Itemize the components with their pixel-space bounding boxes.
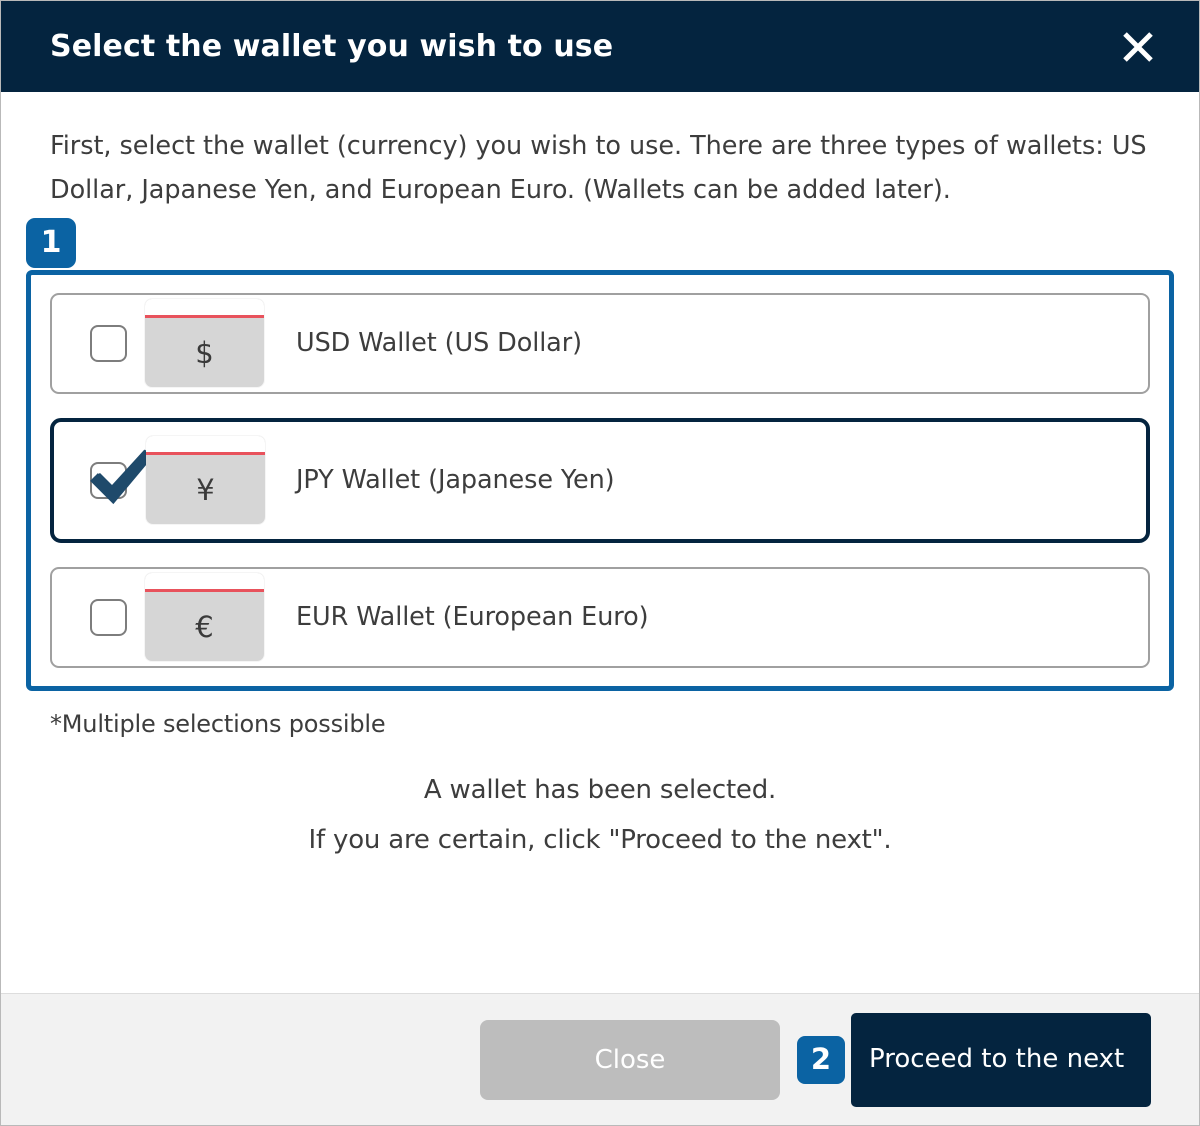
confirmation-line-1: A wallet has been selected. (423, 774, 777, 805)
step-1-badge: 1 (26, 217, 76, 268)
wallet-card-stripe (146, 436, 265, 456)
proceed-button[interactable]: Proceed to the next (851, 1012, 1151, 1107)
currency-symbol-usd: $ (195, 335, 214, 370)
wallet-selection-dialog: Select the wallet you wish to use First,… (0, 0, 1200, 1126)
wallet-checkbox-usd[interactable] (90, 324, 127, 362)
wallet-card-icon-eur: € (145, 573, 264, 662)
dialog-footer: Close 2 Proceed to the next (1, 993, 1199, 1125)
close-icon (1121, 30, 1155, 64)
intro-text: First, select the wallet (currency) you … (50, 131, 1147, 205)
step-2-badge: 2 (797, 1035, 845, 1084)
wallet-checkbox-eur[interactable] (90, 598, 127, 636)
confirmation-message: A wallet has been selected. If you are c… (26, 766, 1174, 866)
page-title: Select the wallet you wish to use (50, 29, 614, 64)
wallet-option-usd[interactable]: $ USD Wallet (US Dollar) (50, 292, 1150, 394)
dialog-body: First, select the wallet (currency) you … (1, 92, 1199, 993)
step-1-marker: 1 (26, 217, 1174, 268)
wallet-option-eur[interactable]: € EUR Wallet (European Euro) (50, 566, 1150, 668)
wallet-checkbox-jpy[interactable] (90, 449, 154, 504)
wallet-option-jpy[interactable]: ¥ JPY Wallet (Japanese Yen) (50, 417, 1150, 543)
multiple-selection-note: *Multiple selections possible (50, 709, 386, 738)
close-dialog-button[interactable]: Close (480, 1019, 780, 1100)
wallet-label-eur: EUR Wallet (European Euro) (296, 602, 649, 633)
close-button[interactable] (1111, 20, 1165, 74)
confirmation-line-2: If you are certain, click "Proceed to th… (308, 824, 892, 855)
wallet-options-group: $ USD Wallet (US Dollar) ¥ JPY Wallet (J… (26, 269, 1174, 691)
currency-symbol-jpy: ¥ (196, 472, 215, 507)
wallet-card-stripe (145, 299, 264, 319)
wallet-card-stripe (145, 573, 264, 593)
wallet-card-icon-jpy: ¥ (146, 436, 265, 525)
checkmark-icon (88, 446, 154, 506)
wallet-card-icon-usd: $ (145, 299, 264, 388)
wallet-label-jpy: JPY Wallet (Japanese Yen) (296, 465, 615, 496)
currency-symbol-eur: € (195, 609, 214, 644)
dialog-header: Select the wallet you wish to use (1, 1, 1199, 92)
wallet-label-usd: USD Wallet (US Dollar) (296, 328, 582, 359)
